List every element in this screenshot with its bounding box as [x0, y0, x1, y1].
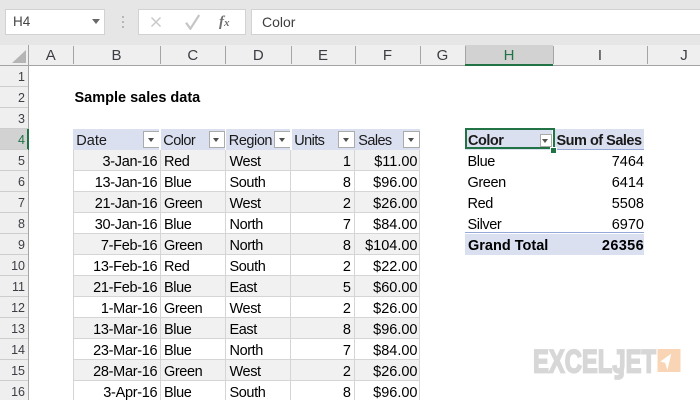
svg-text:EXCELJET: EXCELJET	[533, 344, 656, 380]
